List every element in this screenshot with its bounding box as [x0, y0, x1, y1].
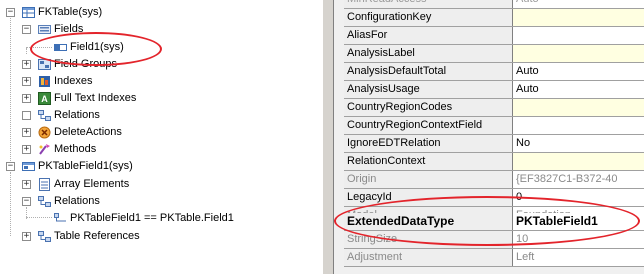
- property-name: AliasFor: [344, 27, 513, 44]
- expand-icon[interactable]: +: [22, 180, 31, 189]
- property-name: LegacyId: [344, 189, 513, 206]
- tree-node-label: Indexes: [54, 75, 93, 87]
- property-name: MinReadAccess: [344, 0, 513, 8]
- property-value[interactable]: {EF3827C1-B372-40: [513, 171, 644, 188]
- collapse-icon[interactable]: −: [22, 197, 31, 206]
- property-row-extendeddatatype[interactable]: ExtendedDataType PKTableField1: [344, 213, 644, 231]
- expand-icon[interactable]: +: [22, 60, 31, 69]
- tree-connector: [26, 217, 52, 218]
- table-icon: [22, 6, 35, 19]
- empty-expander-icon[interactable]: [22, 111, 31, 120]
- property-row-aliasfor[interactable]: AliasFor: [344, 27, 644, 45]
- tree-connector: [26, 47, 52, 48]
- property-row-analysisusage[interactable]: AnalysisUsage Auto: [344, 81, 644, 99]
- property-value[interactable]: Left: [513, 249, 644, 266]
- field-groups-icon: [38, 58, 51, 71]
- methods-icon: [38, 143, 51, 156]
- property-value[interactable]: [513, 27, 644, 44]
- property-row-relationcontext[interactable]: RelationContext: [344, 153, 644, 171]
- property-value[interactable]: Auto: [513, 63, 644, 80]
- collapse-icon[interactable]: −: [6, 162, 15, 171]
- tree-node-label: DeleteActions: [54, 126, 122, 138]
- property-name: Origin: [344, 171, 513, 188]
- tree-node-label: Array Elements: [54, 178, 130, 190]
- property-name: CountryRegionCodes: [344, 99, 513, 116]
- property-row-legacyid[interactable]: LegacyId 0: [344, 189, 644, 207]
- expand-icon[interactable]: +: [22, 145, 31, 154]
- property-name: RelationContext: [344, 153, 513, 170]
- collapse-icon[interactable]: −: [6, 8, 15, 17]
- relation-link-icon: [54, 212, 67, 225]
- property-row-ignoreedtrelation[interactable]: IgnoreEDTRelation No: [344, 135, 644, 153]
- aot-tree-pane: − FKTable(sys) − Fields Field1(sys) + Fi…: [0, 0, 322, 274]
- property-name: CountryRegionContextField: [344, 117, 513, 134]
- property-row-minreadaccess[interactable]: MinReadAccess Auto: [344, 0, 644, 9]
- pane-splitter[interactable]: [322, 0, 334, 274]
- property-value[interactable]: PKTableField1: [513, 213, 644, 230]
- property-name: AnalysisDefaultTotal: [344, 63, 513, 80]
- property-value[interactable]: [513, 45, 644, 62]
- tree-node-label: FKTable(sys): [38, 6, 103, 18]
- indexes-icon: [38, 75, 51, 88]
- collapse-icon[interactable]: −: [22, 25, 31, 34]
- full-text-indexes-icon: A: [38, 92, 51, 105]
- edt-icon: [22, 160, 35, 173]
- property-value[interactable]: Auto: [513, 0, 644, 8]
- property-grid: MinReadAccess Auto ConfigurationKey Alia…: [334, 0, 644, 274]
- property-value[interactable]: [513, 117, 644, 134]
- fields-folder-icon: [38, 23, 51, 36]
- property-value[interactable]: 0: [513, 189, 644, 206]
- property-value[interactable]: 10: [513, 231, 644, 248]
- property-row-countryregioncodes[interactable]: CountryRegionCodes: [344, 99, 644, 117]
- tree-node-label: Full Text Indexes: [54, 92, 137, 104]
- relations-icon: [38, 109, 51, 122]
- svg-text:A: A: [41, 94, 48, 104]
- property-name: AnalysisUsage: [344, 81, 513, 98]
- property-value[interactable]: [513, 99, 644, 116]
- property-value[interactable]: [513, 153, 644, 170]
- field-icon: [54, 41, 67, 54]
- property-row-configurationkey[interactable]: ConfigurationKey: [344, 9, 644, 27]
- property-name: AnalysisLabel: [344, 45, 513, 62]
- tree-node-label: Table References: [54, 230, 140, 242]
- property-row-analysislabel[interactable]: AnalysisLabel: [344, 45, 644, 63]
- array-elements-icon: [38, 178, 51, 191]
- property-name: IgnoreEDTRelation: [344, 135, 513, 152]
- expand-icon[interactable]: +: [22, 77, 31, 86]
- tree-node-label: Relations: [54, 109, 100, 121]
- tree-node-label: Fields: [54, 23, 84, 35]
- tree-node-label: PKTableField1 == PKTable.Field1: [70, 212, 234, 224]
- property-value[interactable]: [513, 9, 644, 26]
- property-row-origin[interactable]: Origin {EF3827C1-B372-40: [344, 171, 644, 189]
- expand-icon[interactable]: +: [22, 232, 31, 241]
- tree-node-label: Field Groups: [54, 58, 117, 70]
- property-name: ExtendedDataType: [344, 213, 513, 230]
- property-row-adjustment[interactable]: Adjustment Left: [344, 249, 644, 267]
- property-name: StringSize: [344, 231, 513, 248]
- property-value[interactable]: No: [513, 135, 644, 152]
- property-value[interactable]: Auto: [513, 81, 644, 98]
- tree-node-label: Methods: [54, 143, 97, 155]
- tree-connector: [10, 172, 11, 236]
- tree-connector: [26, 48, 27, 54]
- tree-node-label: Field1(sys): [70, 41, 124, 53]
- property-row-stringsize[interactable]: StringSize 10: [344, 231, 644, 249]
- expand-icon[interactable]: +: [22, 94, 31, 103]
- tree-node-label: Relations: [54, 195, 100, 207]
- relations-icon: [38, 195, 51, 208]
- property-row-countryregioncontextfield[interactable]: CountryRegionContextField: [344, 117, 644, 135]
- delete-actions-icon: [38, 126, 51, 139]
- property-name: Adjustment: [344, 249, 513, 266]
- tree-connector: [10, 14, 11, 161]
- property-name: ConfigurationKey: [344, 9, 513, 26]
- expand-icon[interactable]: +: [22, 128, 31, 137]
- tree-node-label: PKTableField1(sys): [38, 160, 133, 172]
- property-row-analysisdefaulttotal[interactable]: AnalysisDefaultTotal Auto: [344, 63, 644, 81]
- relations-icon: [38, 230, 51, 243]
